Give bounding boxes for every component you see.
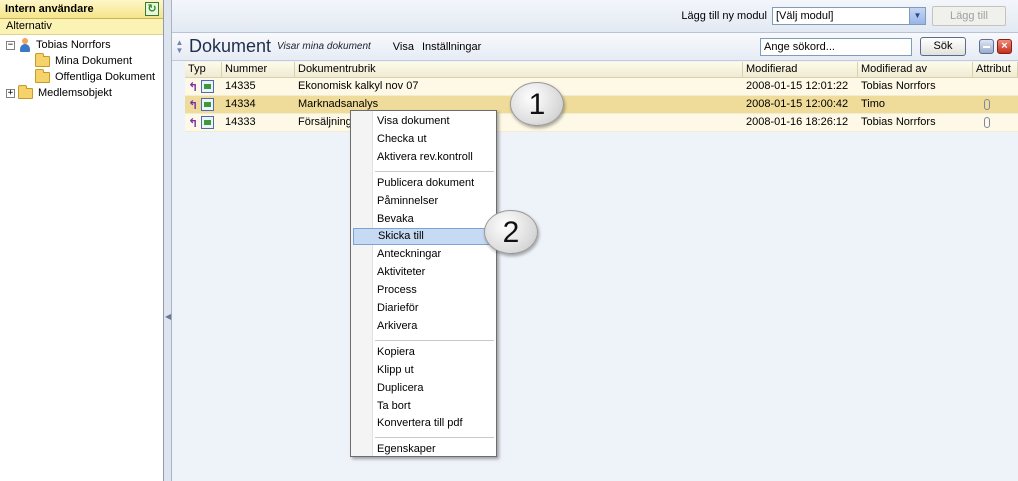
menu-item-kopiera[interactable]: Kopiera (353, 344, 494, 361)
search-input[interactable]: Ange sökord... (760, 37, 912, 56)
column-header-modified-by[interactable]: Modifierad av (858, 62, 973, 77)
menu-item-klipp-ut[interactable]: Klipp ut (353, 362, 494, 379)
tree-item-public-documents[interactable]: Offentliga Dokument (0, 68, 163, 85)
folder-icon (18, 84, 33, 99)
modified-by-cell: Tobias Norrfors (861, 80, 936, 92)
type-cell: ↰ (185, 114, 222, 131)
menu-item-aktiviteter[interactable]: Aktiviteter (353, 264, 494, 281)
menu-separator (375, 170, 494, 172)
refresh-icon[interactable]: ↻ (145, 2, 159, 16)
view-link[interactable]: Visa (393, 41, 414, 53)
checkout-arrow-icon[interactable]: ↰ (188, 117, 198, 129)
folder-icon (35, 68, 50, 83)
tree-item-user[interactable]: − Tobias Norrfors (0, 37, 163, 53)
menu-item-aktivera-rev-kontroll[interactable]: Aktivera rev.kontroll (353, 149, 494, 166)
column-header-modified[interactable]: Modifierad (743, 62, 858, 77)
modified-by-cell: Tobias Norrfors (861, 116, 936, 128)
table-row[interactable]: ↰ 14335 Ekonomisk kalkyl nov 07 2008-01-15 … (185, 78, 1018, 96)
add-module-button[interactable]: Lägg till (932, 6, 1006, 26)
callout-marker-2: 2 (484, 210, 538, 254)
attribute-cell (973, 114, 1018, 131)
menu-item-konvertera-till-pdf[interactable]: Konvertera till pdf (353, 415, 494, 432)
table-body: ↰ 14335 Ekonomisk kalkyl nov 07 2008-01-15 … (185, 78, 1018, 132)
number-cell: 14334 (225, 98, 256, 110)
panel-header: Intern användare ↻ (0, 0, 163, 19)
expand-icon[interactable]: + (6, 88, 15, 98)
excel-document-icon[interactable] (201, 116, 215, 129)
user-icon (18, 38, 32, 52)
menu-separator (375, 437, 494, 439)
menu-item-diarieför[interactable]: Diarieför (353, 300, 494, 317)
table-row[interactable]: ↰ 14334 Marknadsanalys 2008-01-15 12:00:42 T… (185, 96, 1018, 114)
tree-item-label: Medlemsobjekt (38, 87, 112, 99)
paperclip-icon[interactable] (984, 99, 990, 110)
column-header-title[interactable]: Dokumentrubrik (295, 62, 743, 77)
menu-item-bevaka[interactable]: Bevaka (353, 211, 494, 228)
checkout-arrow-icon[interactable]: ↰ (188, 99, 198, 111)
excel-document-icon[interactable] (201, 80, 215, 93)
navigation-panel: Intern användare ↻ Alternativ − Tobias N… (0, 0, 164, 481)
type-cell: ↰ (185, 78, 222, 95)
sort-arrows-icon[interactable]: ▲ ▼ (174, 38, 185, 55)
menu-item-anteckningar[interactable]: Anteckningar (353, 246, 494, 263)
menu-item-ta-bort[interactable]: Ta bort (353, 398, 494, 415)
page-subtitle: Visar mina dokument (277, 41, 371, 52)
chevron-down-icon[interactable]: ▼ (909, 8, 925, 24)
navigation-tree: − Tobias Norrfors Mina Dokument Offentli… (0, 35, 163, 101)
tree-item-members[interactable]: + Medlemsobjekt (0, 84, 163, 101)
collapse-left-icon[interactable]: ◀ (165, 312, 171, 321)
alternatives-label[interactable]: Alternativ (0, 19, 163, 35)
type-cell: ↰ (185, 96, 222, 113)
number-cell: 14333 (225, 116, 256, 128)
minimize-icon[interactable] (979, 39, 994, 54)
tree-item-label: Offentliga Dokument (55, 71, 156, 83)
column-header-attributes[interactable]: Attribut (973, 62, 1018, 77)
table-row[interactable]: ↰ 14333 Försäljning 2008-01-16 18:26:12 Tobi… (185, 114, 1018, 132)
panel-splitter[interactable]: ◀ (164, 0, 172, 481)
attribute-cell (973, 96, 1018, 113)
search-area: Ange sökord... Sök × (760, 37, 1012, 56)
modified-cell: 2008-01-15 12:01:22 (746, 80, 849, 92)
collapse-icon[interactable]: − (6, 40, 15, 50)
search-button[interactable]: Sök (920, 37, 966, 56)
column-header-number[interactable]: Nummer (222, 62, 295, 77)
settings-link[interactable]: Inställningar (422, 41, 481, 53)
checkout-arrow-icon[interactable]: ↰ (188, 81, 198, 93)
callout-marker-1: 1 (510, 82, 564, 126)
add-module-label: Lägg till ny modul (681, 10, 767, 22)
document-header: ▲ ▼ Dokument Visar mina dokument Visa Ins… (172, 33, 1018, 61)
modified-by-cell: Timo (861, 98, 886, 110)
tree-item-label: Tobias Norrfors (36, 39, 111, 51)
menu-item-skicka-till[interactable]: Skicka till (353, 228, 494, 246)
tree-item-my-documents[interactable]: Mina Dokument (0, 52, 163, 69)
menu-item-publicera-dokument[interactable]: Publicera dokument (353, 175, 494, 192)
menu-item-påminnelser[interactable]: Påminnelser (353, 193, 494, 210)
page-title: Dokument (189, 36, 272, 56)
number-cell: 14335 (225, 80, 256, 92)
menu-item-visa-dokument[interactable]: Visa dokument (353, 113, 494, 130)
close-icon[interactable]: × (997, 39, 1012, 54)
modified-cell: 2008-01-15 12:00:42 (746, 98, 849, 110)
column-header-type[interactable]: Typ (185, 62, 222, 77)
context-menu: Visa dokument Checka ut Aktivera rev.kontr… (350, 110, 497, 457)
menu-separator (375, 339, 494, 341)
menu-item-arkivera[interactable]: Arkivera (353, 318, 494, 335)
module-select-value: [Välj modul] (776, 10, 834, 22)
module-toolbar: Lägg till ny modul [Välj modul] ▼ Lägg t… (172, 0, 1018, 33)
tree-item-label: Mina Dokument (55, 55, 133, 67)
table-header: Typ Nummer Dokumentrubrik Modifierad Mod… (185, 62, 1018, 78)
module-select[interactable]: [Välj modul] ▼ (772, 7, 926, 25)
documents-table: Typ Nummer Dokumentrubrik Modifierad Mod… (185, 62, 1018, 132)
menu-item-duplicera[interactable]: Duplicera (353, 380, 494, 397)
menu-item-checka-ut[interactable]: Checka ut (353, 131, 494, 148)
menu-item-process[interactable]: Process (353, 282, 494, 299)
menu-item-egenskaper[interactable]: Egenskaper (353, 441, 494, 458)
attribute-cell (973, 78, 1018, 95)
excel-document-icon[interactable] (201, 98, 215, 111)
panel-title: Intern användare (5, 3, 94, 15)
paperclip-icon[interactable] (984, 117, 990, 128)
modified-cell: 2008-01-16 18:26:12 (746, 116, 849, 128)
folder-icon (35, 52, 50, 67)
